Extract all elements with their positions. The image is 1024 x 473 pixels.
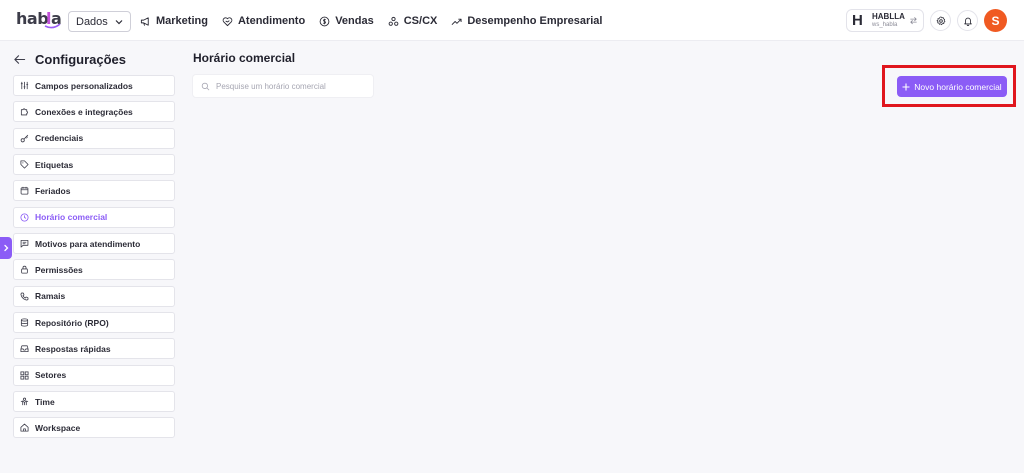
search-icon bbox=[201, 82, 210, 90]
sidebar-item-feriados[interactable]: Feriados bbox=[13, 180, 175, 202]
habla-logo[interactable]: hab l a bbox=[16, 9, 62, 29]
workspace-switcher[interactable]: H HABLLA ws_habla bbox=[846, 9, 924, 32]
tag-icon bbox=[20, 160, 29, 169]
svg-text:hab: hab bbox=[16, 9, 48, 28]
workspace-text: HABLLA ws_habla bbox=[872, 11, 905, 29]
settings-sidebar: Campos personalizados Conexões e integra… bbox=[13, 75, 175, 444]
module-select[interactable]: Dados bbox=[68, 11, 131, 32]
sidebar-item-permissoes[interactable]: Permissões bbox=[13, 259, 175, 281]
workspace-name: HABLLA bbox=[872, 11, 905, 21]
sidebar-item-label: Campos personalizados bbox=[35, 80, 133, 91]
sidebar-item-etiquetas[interactable]: Etiquetas bbox=[13, 154, 175, 176]
sidebar-item-time[interactable]: Time bbox=[13, 391, 175, 413]
plus-icon bbox=[902, 83, 910, 90]
home-icon bbox=[20, 424, 29, 432]
back-arrow-icon[interactable] bbox=[13, 53, 26, 66]
notifications-button[interactable] bbox=[957, 10, 978, 31]
new-business-hours-label: Novo horário comercial bbox=[914, 81, 1002, 92]
sidebar-item-label: Repositório (RPO) bbox=[35, 317, 109, 328]
settings-button[interactable] bbox=[930, 10, 951, 31]
sidebar-item-label: Feriados bbox=[35, 185, 71, 196]
sidebar-item-label: Etiquetas bbox=[35, 159, 74, 170]
sidebar-item-conexoes-integracoes[interactable]: Conexões e integrações bbox=[13, 101, 175, 123]
database-icon bbox=[20, 318, 29, 327]
sidebar-item-ramais[interactable]: Ramais bbox=[13, 285, 175, 307]
dollar-circle-icon bbox=[319, 16, 330, 26]
sidebar-item-respostas-rapidas[interactable]: Respostas rápidas bbox=[13, 338, 175, 360]
bell-icon bbox=[963, 17, 972, 26]
sidebar-item-label: Permissões bbox=[35, 264, 83, 275]
nav-vendas-label: Vendas bbox=[335, 15, 374, 27]
sidebar-header: Configurações bbox=[13, 50, 126, 68]
sidebar-item-repositorio-rpo[interactable]: Repositório (RPO) bbox=[13, 312, 175, 334]
trending-up-icon bbox=[451, 18, 462, 25]
nav-desempenho-empresarial[interactable]: Desempenho Empresarial bbox=[451, 15, 602, 27]
key-icon bbox=[20, 134, 29, 143]
nav-atendimento-label: Atendimento bbox=[237, 15, 306, 27]
calendar-icon bbox=[20, 187, 29, 195]
main-nav: Marketing Atendimento Vendas CS/CX Desem… bbox=[140, 12, 602, 30]
sidebar-item-label: Motivos para atendimento bbox=[35, 238, 141, 249]
sidebar-item-label: Conexões e integrações bbox=[35, 106, 133, 117]
new-business-hours-button[interactable]: Novo horário comercial bbox=[897, 76, 1007, 97]
chevron-right-icon bbox=[4, 244, 9, 252]
module-select-value: Dados bbox=[76, 15, 108, 28]
sidebar-item-label: Horário comercial bbox=[35, 212, 108, 223]
lock-icon bbox=[21, 266, 28, 274]
habla-logo-mark: hab l a bbox=[16, 9, 62, 29]
megaphone-icon bbox=[140, 16, 149, 26]
nav-marketing-label: Marketing bbox=[156, 15, 208, 27]
clock-icon bbox=[20, 213, 29, 222]
workspace-letter: H bbox=[852, 12, 863, 29]
message-square-icon bbox=[20, 240, 29, 248]
phone-icon bbox=[20, 292, 29, 301]
nav-atendimento[interactable]: Atendimento bbox=[222, 15, 305, 27]
sidebar-item-setores[interactable]: Setores bbox=[13, 364, 175, 386]
workspace-slug: ws_habla bbox=[872, 21, 898, 28]
sidebar-item-campos-personalizados[interactable]: Campos personalizados bbox=[13, 75, 175, 96]
gear-icon bbox=[936, 15, 945, 25]
nav-marketing[interactable]: Marketing bbox=[140, 15, 208, 27]
sidebar-item-label: Workspace bbox=[35, 422, 81, 433]
nav-desempenho-label: Desempenho Empresarial bbox=[467, 15, 603, 27]
chevron-down-icon bbox=[115, 19, 123, 24]
switch-arrows-icon bbox=[910, 17, 917, 25]
inbox-icon bbox=[20, 345, 29, 353]
nav-cs-cx[interactable]: CS/CX bbox=[388, 15, 438, 27]
user-avatar[interactable]: S bbox=[984, 9, 1007, 32]
sidebar-item-label: Setores bbox=[35, 370, 67, 381]
heart-handshake-icon bbox=[222, 16, 233, 26]
sliders-icon bbox=[20, 81, 29, 90]
sidebar-item-credenciais[interactable]: Credenciais bbox=[13, 127, 175, 149]
sidebar-item-motivos-atendimento[interactable]: Motivos para atendimento bbox=[13, 233, 175, 255]
sidebar-item-label: Respostas rápidas bbox=[35, 343, 111, 354]
nav-cs-cx-label: CS/CX bbox=[403, 15, 438, 27]
search-input[interactable] bbox=[216, 81, 366, 91]
sidebar-title: Configurações bbox=[35, 51, 127, 67]
sidebar-item-label: Credenciais bbox=[35, 133, 84, 144]
sidebar-item-label: Ramais bbox=[35, 291, 66, 302]
sidebar-item-horario-comercial[interactable]: Horário comercial bbox=[13, 206, 175, 228]
sidebar-item-label: Time bbox=[35, 396, 55, 407]
sidebar-item-workspace[interactable]: Workspace bbox=[13, 417, 175, 439]
search-box bbox=[193, 75, 373, 97]
top-navigation-bar: hab l a Dados Marketing Atendimento Vend… bbox=[0, 0, 1024, 41]
team-icon bbox=[20, 397, 29, 406]
expand-sidebar-button[interactable] bbox=[0, 237, 12, 259]
users-icon bbox=[388, 16, 399, 26]
puzzle-icon bbox=[20, 108, 29, 116]
grid-icon bbox=[20, 371, 29, 380]
nav-vendas[interactable]: Vendas bbox=[319, 15, 374, 27]
page-title: Horário comercial bbox=[193, 51, 296, 65]
